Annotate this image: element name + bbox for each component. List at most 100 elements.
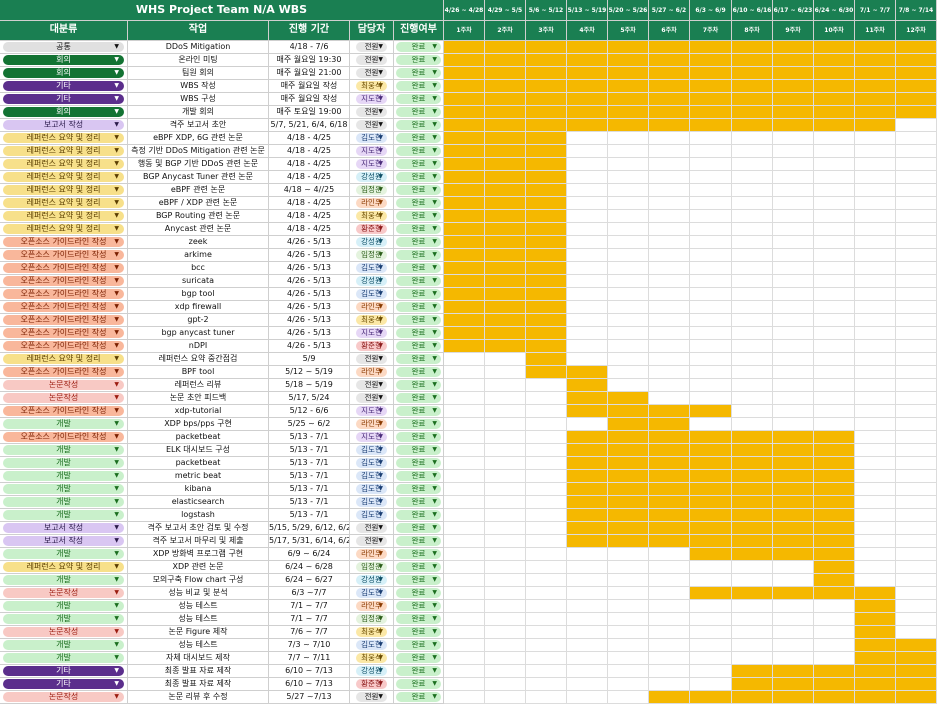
category-dropdown[interactable]: 오픈소스 가이드라인 작성 ▼ bbox=[3, 315, 124, 325]
status-cell[interactable]: 완료 ▼ bbox=[394, 691, 444, 704]
owner-cell[interactable]: 김도현 ▼ bbox=[350, 444, 394, 457]
owner-cell[interactable]: 최웅식 ▼ bbox=[350, 626, 394, 639]
dropdown-arrow-icon[interactable]: ▼ bbox=[432, 445, 437, 455]
dropdown-arrow-icon[interactable]: ▼ bbox=[114, 588, 119, 598]
dropdown-arrow-icon[interactable]: ▼ bbox=[432, 367, 437, 377]
category-dropdown[interactable]: 오픈소스 가이드라인 작성 ▼ bbox=[3, 406, 124, 416]
owner-dropdown[interactable]: 지도현 ▼ bbox=[356, 159, 387, 169]
dropdown-arrow-icon[interactable]: ▼ bbox=[114, 575, 119, 585]
owner-dropdown[interactable]: 김도현 ▼ bbox=[356, 497, 387, 507]
owner-dropdown[interactable]: 전원 ▼ bbox=[356, 380, 387, 390]
category-dropdown[interactable]: 보고서 작성 ▼ bbox=[3, 120, 124, 130]
status-cell[interactable]: 완료 ▼ bbox=[394, 288, 444, 301]
status-cell[interactable]: 완료 ▼ bbox=[394, 171, 444, 184]
category-cell[interactable]: 기타 ▼ bbox=[0, 93, 128, 106]
status-cell[interactable]: 완료 ▼ bbox=[394, 184, 444, 197]
category-cell[interactable]: 개발 ▼ bbox=[0, 574, 128, 587]
category-cell[interactable]: 오픈소스 가이드라인 작성 ▼ bbox=[0, 301, 128, 314]
category-cell[interactable]: 논문작성 ▼ bbox=[0, 626, 128, 639]
status-cell[interactable]: 완료 ▼ bbox=[394, 80, 444, 93]
dropdown-arrow-icon[interactable]: ▼ bbox=[378, 666, 383, 676]
owner-dropdown[interactable]: 강성원 ▼ bbox=[356, 237, 387, 247]
dropdown-arrow-icon[interactable]: ▼ bbox=[114, 172, 119, 182]
category-cell[interactable]: 보고서 작성 ▼ bbox=[0, 119, 128, 132]
status-dropdown[interactable]: 완료 ▼ bbox=[396, 549, 441, 559]
owner-dropdown[interactable]: 지도현 ▼ bbox=[356, 146, 387, 156]
status-cell[interactable]: 완료 ▼ bbox=[394, 340, 444, 353]
owner-cell[interactable]: 지도현 ▼ bbox=[350, 145, 394, 158]
status-dropdown[interactable]: 완료 ▼ bbox=[396, 614, 441, 624]
owner-dropdown[interactable]: 최웅식 ▼ bbox=[356, 81, 387, 91]
owner-dropdown[interactable]: 라인우 ▼ bbox=[356, 198, 387, 208]
owner-dropdown[interactable]: 지도현 ▼ bbox=[356, 406, 387, 416]
dropdown-arrow-icon[interactable]: ▼ bbox=[378, 94, 383, 104]
owner-cell[interactable]: 지도현 ▼ bbox=[350, 93, 394, 106]
status-cell[interactable]: 완료 ▼ bbox=[394, 353, 444, 366]
dropdown-arrow-icon[interactable]: ▼ bbox=[378, 406, 383, 416]
dropdown-arrow-icon[interactable]: ▼ bbox=[378, 159, 383, 169]
dropdown-arrow-icon[interactable]: ▼ bbox=[114, 237, 119, 247]
status-dropdown[interactable]: 완료 ▼ bbox=[396, 237, 441, 247]
category-dropdown[interactable]: 개발 ▼ bbox=[3, 549, 124, 559]
owner-dropdown[interactable]: 전원 ▼ bbox=[356, 692, 387, 702]
dropdown-arrow-icon[interactable]: ▼ bbox=[378, 120, 383, 130]
dropdown-arrow-icon[interactable]: ▼ bbox=[378, 627, 383, 637]
dropdown-arrow-icon[interactable]: ▼ bbox=[432, 42, 437, 52]
status-dropdown[interactable]: 완료 ▼ bbox=[396, 692, 441, 702]
status-cell[interactable]: 완료 ▼ bbox=[394, 41, 444, 54]
status-cell[interactable]: 완료 ▼ bbox=[394, 522, 444, 535]
owner-cell[interactable]: 라인우 ▼ bbox=[350, 600, 394, 613]
owner-cell[interactable]: 라인우 ▼ bbox=[350, 197, 394, 210]
dropdown-arrow-icon[interactable]: ▼ bbox=[378, 133, 383, 143]
category-cell[interactable]: 회의 ▼ bbox=[0, 67, 128, 80]
status-dropdown[interactable]: 완료 ▼ bbox=[396, 510, 441, 520]
status-cell[interactable]: 완료 ▼ bbox=[394, 470, 444, 483]
dropdown-arrow-icon[interactable]: ▼ bbox=[432, 250, 437, 260]
owner-dropdown[interactable]: 라인우 ▼ bbox=[356, 549, 387, 559]
status-dropdown[interactable]: 완료 ▼ bbox=[396, 185, 441, 195]
dropdown-arrow-icon[interactable]: ▼ bbox=[378, 289, 383, 299]
status-dropdown[interactable]: 완료 ▼ bbox=[396, 198, 441, 208]
owner-cell[interactable]: 김도현 ▼ bbox=[350, 496, 394, 509]
owner-cell[interactable]: 전원 ▼ bbox=[350, 41, 394, 54]
dropdown-arrow-icon[interactable]: ▼ bbox=[432, 185, 437, 195]
status-cell[interactable]: 완료 ▼ bbox=[394, 262, 444, 275]
status-dropdown[interactable]: 완료 ▼ bbox=[396, 406, 441, 416]
owner-cell[interactable]: 전원 ▼ bbox=[350, 535, 394, 548]
owner-dropdown[interactable]: 황준형 ▼ bbox=[356, 224, 387, 234]
category-dropdown[interactable]: 레퍼런스 요약 및 정리 ▼ bbox=[3, 159, 124, 169]
category-dropdown[interactable]: 레퍼런스 요약 및 정리 ▼ bbox=[3, 562, 124, 572]
dropdown-arrow-icon[interactable]: ▼ bbox=[432, 497, 437, 507]
owner-dropdown[interactable]: 지도현 ▼ bbox=[356, 432, 387, 442]
dropdown-arrow-icon[interactable]: ▼ bbox=[378, 315, 383, 325]
dropdown-arrow-icon[interactable]: ▼ bbox=[114, 432, 119, 442]
category-dropdown[interactable]: 회의 ▼ bbox=[3, 68, 124, 78]
owner-dropdown[interactable]: 라인우 ▼ bbox=[356, 601, 387, 611]
status-dropdown[interactable]: 완료 ▼ bbox=[396, 211, 441, 221]
status-cell[interactable]: 완료 ▼ bbox=[394, 457, 444, 470]
owner-cell[interactable]: 라인우 ▼ bbox=[350, 301, 394, 314]
category-cell[interactable]: 오픈소스 가이드라인 작성 ▼ bbox=[0, 314, 128, 327]
dropdown-arrow-icon[interactable]: ▼ bbox=[114, 471, 119, 481]
dropdown-arrow-icon[interactable]: ▼ bbox=[432, 276, 437, 286]
category-dropdown[interactable]: 오픈소스 가이드라인 작성 ▼ bbox=[3, 289, 124, 299]
category-dropdown[interactable]: 보고서 작성 ▼ bbox=[3, 523, 124, 533]
owner-dropdown[interactable]: 전원 ▼ bbox=[356, 536, 387, 546]
dropdown-arrow-icon[interactable]: ▼ bbox=[378, 367, 383, 377]
dropdown-arrow-icon[interactable]: ▼ bbox=[378, 250, 383, 260]
dropdown-arrow-icon[interactable]: ▼ bbox=[432, 640, 437, 650]
category-cell[interactable]: 오픈소스 가이드라인 작성 ▼ bbox=[0, 405, 128, 418]
category-cell[interactable]: 개발 ▼ bbox=[0, 652, 128, 665]
owner-cell[interactable]: 최웅식 ▼ bbox=[350, 652, 394, 665]
owner-cell[interactable]: 최웅식 ▼ bbox=[350, 210, 394, 223]
category-cell[interactable]: 개발 ▼ bbox=[0, 418, 128, 431]
status-cell[interactable]: 완료 ▼ bbox=[394, 236, 444, 249]
status-cell[interactable]: 완료 ▼ bbox=[394, 249, 444, 262]
owner-dropdown[interactable]: 최웅식 ▼ bbox=[356, 627, 387, 637]
owner-dropdown[interactable]: 전원 ▼ bbox=[356, 55, 387, 65]
owner-dropdown[interactable]: 김도현 ▼ bbox=[356, 458, 387, 468]
owner-dropdown[interactable]: 최웅식 ▼ bbox=[356, 211, 387, 221]
category-dropdown[interactable]: 오픈소스 가이드라인 작성 ▼ bbox=[3, 276, 124, 286]
dropdown-arrow-icon[interactable]: ▼ bbox=[432, 211, 437, 221]
category-cell[interactable]: 레퍼런스 요약 및 정리 ▼ bbox=[0, 353, 128, 366]
